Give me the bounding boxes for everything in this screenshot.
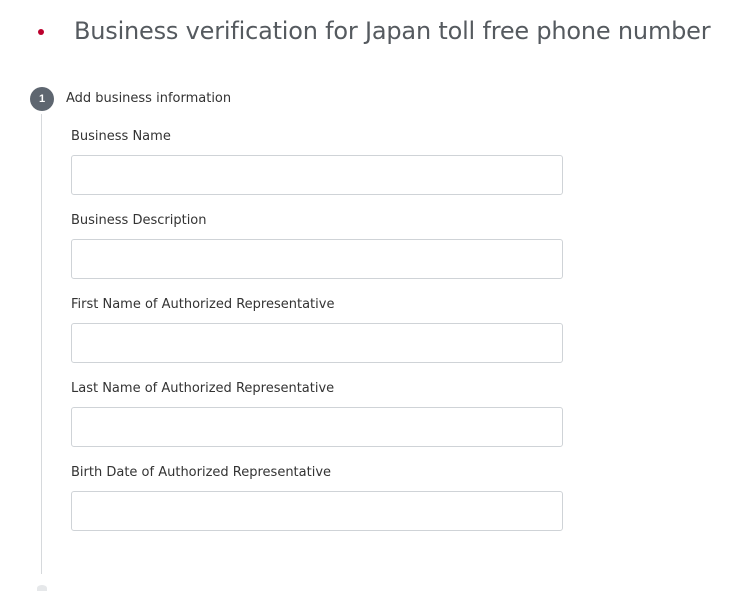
next-step-indicator — [37, 585, 47, 591]
last-name-label: Last Name of Authorized Representative — [71, 381, 335, 396]
last-name-input[interactable] — [71, 407, 563, 447]
business-description-input[interactable] — [71, 239, 563, 279]
business-description-label: Business Description — [71, 213, 207, 228]
birth-date-input[interactable] — [71, 491, 563, 531]
birth-date-field: Birth Date of Authorized Representative — [71, 464, 563, 531]
step-title: Add business information — [66, 91, 232, 106]
step-number-badge: 1 — [30, 87, 54, 111]
business-name-field: Business Name — [71, 128, 563, 195]
first-name-field: First Name of Authorized Representative — [71, 296, 563, 363]
step-connector-line — [41, 114, 42, 574]
first-name-label: First Name of Authorized Representative — [71, 297, 335, 312]
business-description-field: Business Description — [71, 212, 563, 279]
birth-date-label: Birth Date of Authorized Representative — [71, 465, 332, 480]
page-header: Business verification for Japan toll fre… — [0, 0, 744, 70]
business-name-label: Business Name — [71, 129, 171, 144]
page-title: Business verification for Japan toll fre… — [74, 17, 711, 45]
business-name-input[interactable] — [71, 155, 563, 195]
last-name-field: Last Name of Authorized Representative — [71, 380, 563, 447]
first-name-input[interactable] — [71, 323, 563, 363]
japan-flag-icon — [34, 27, 48, 37]
